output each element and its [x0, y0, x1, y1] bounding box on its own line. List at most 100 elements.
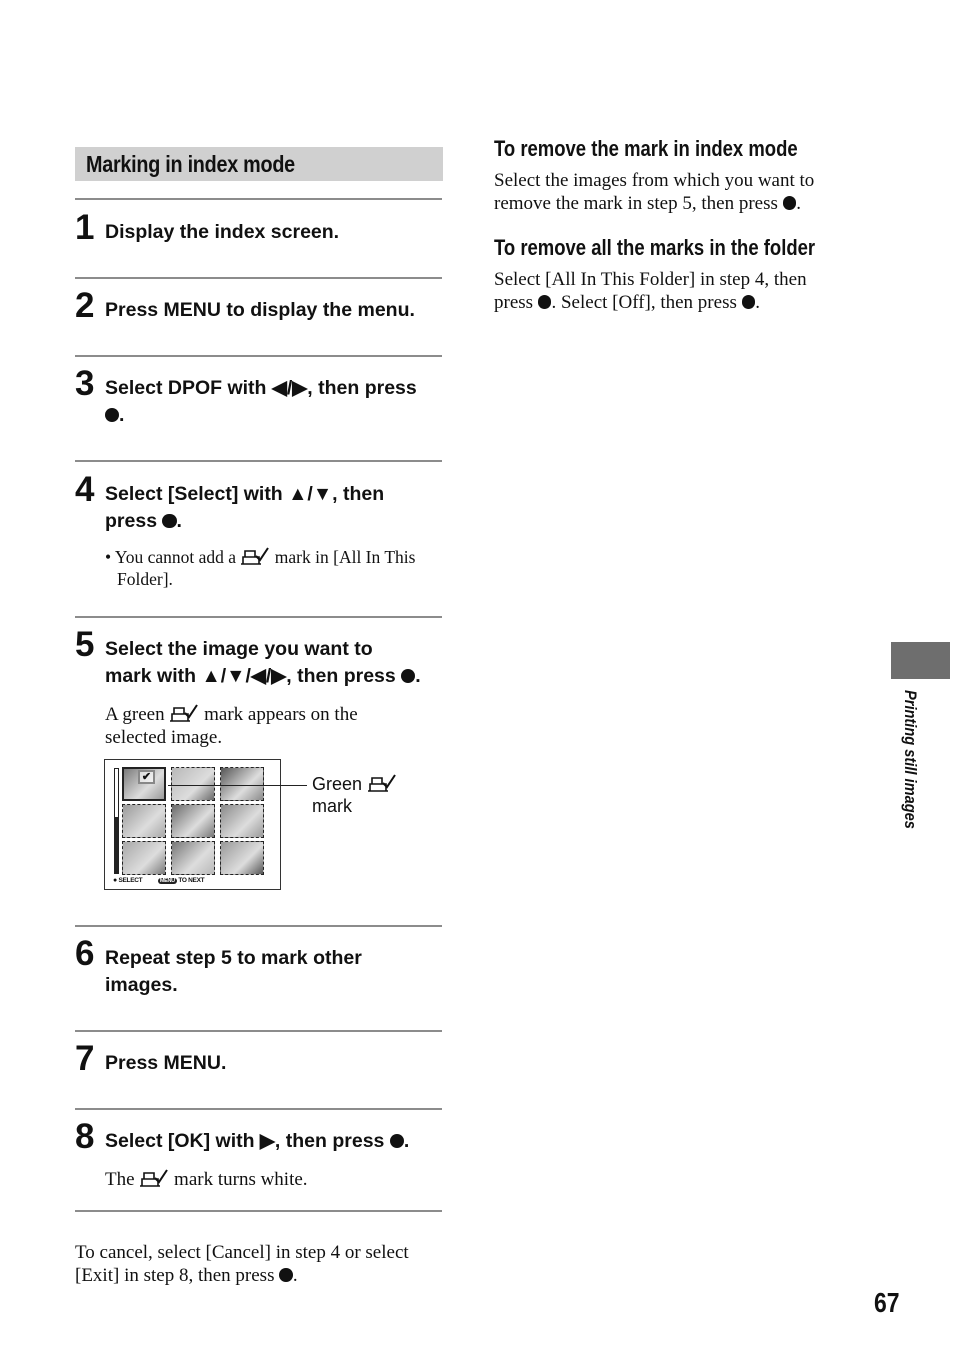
step-text-part: Select [Select] with ▲/▼, then: [105, 483, 385, 505]
step-number: 1: [75, 208, 95, 247]
thumbnail: [122, 804, 166, 838]
body-text-part: mark appears on the: [204, 704, 358, 725]
index-screen-illustration: ✔ ● SELECT MENU TO NEXT: [104, 759, 281, 890]
divider: [75, 198, 442, 200]
thumbnail: [122, 841, 166, 875]
step-instruction: Press MENU.: [105, 1052, 227, 1074]
step-note: • You cannot add a mark in [All In This …: [105, 545, 445, 590]
step-body: The mark turns white.: [105, 1167, 445, 1191]
dpof-print-mark-icon: [368, 774, 396, 792]
dpof-print-mark-icon: [241, 547, 270, 565]
step-text-part: .: [415, 665, 421, 687]
step-number: 5: [75, 625, 95, 664]
footer-select-label: SELECT: [118, 877, 143, 884]
step-text-part: .: [176, 510, 182, 532]
thumbnail: [171, 841, 215, 875]
thumbnail-selected: ✔: [122, 767, 166, 801]
subheading-remove-mark: To remove the mark in index mode: [494, 136, 855, 162]
step-instruction: Select [Select] with ▲/▼, then press .: [105, 481, 445, 535]
step-instruction: Select [OK] with ▶, then press .: [105, 1128, 445, 1155]
note-text-part: .: [292, 1265, 298, 1286]
step-instruction: Display the index screen.: [105, 221, 340, 243]
divider: [75, 277, 442, 279]
step-body: A green mark appears on the selected ima…: [105, 702, 445, 749]
cancel-note: To cancel, select [Cancel] in step 4 or …: [75, 1241, 455, 1287]
center-button-icon: [741, 295, 756, 309]
paragraph-text-part: . Select [Off], then press: [551, 292, 737, 313]
note-text-part: mark in [All In This: [274, 547, 416, 567]
paragraph-remove-mark: Select the images from which you want to…: [494, 169, 874, 215]
note-text-part: • You cannot add a: [105, 547, 237, 567]
divider: [75, 925, 442, 927]
center-button-icon: [105, 407, 120, 422]
step-instruction: Repeat step 5 to mark other images.: [105, 947, 362, 996]
step-number: 8: [75, 1117, 95, 1156]
step-text-part: press: [105, 510, 158, 532]
step-number: 6: [75, 934, 95, 973]
center-button-icon: [162, 513, 177, 528]
divider: [75, 1210, 442, 1212]
chapter-tab: [891, 642, 950, 679]
step-number: 3: [75, 364, 95, 403]
scrollbar-thumb: [115, 816, 118, 873]
note-text-part: Folder].: [117, 569, 173, 589]
step-instruction: Select DPOF with ◀/▶, then press .: [105, 375, 445, 429]
subheading-text: To remove all the marks in the folder: [494, 235, 816, 260]
section-title-text: Marking in index mode: [86, 151, 295, 177]
step-number: 4: [75, 470, 95, 509]
center-button-icon: [279, 1268, 293, 1282]
paragraph-text-part: .: [796, 193, 802, 214]
step-number: 2: [75, 286, 95, 325]
thumbnail: [171, 804, 215, 838]
callout-text-part: mark: [312, 796, 352, 816]
dpof-print-mark-icon: [170, 704, 199, 722]
scrollbar: [114, 768, 119, 874]
paragraph-text-part: Select [All In This Folder] in step 4, t…: [494, 269, 807, 290]
note-text-part: To cancel, select [Cancel] in step 4 or …: [75, 1242, 409, 1263]
body-text-part: selected image.: [105, 727, 223, 748]
paragraph-text-part: .: [755, 292, 761, 313]
thumbnail: [171, 767, 215, 801]
paragraph-text-part: Select the images from which you want to: [494, 170, 815, 191]
center-button-icon: [401, 668, 416, 683]
body-text-part: The: [105, 1169, 135, 1190]
center-button-icon: ●: [113, 877, 117, 884]
center-button-icon: [537, 295, 552, 309]
step-text-part: .: [119, 404, 125, 426]
callout-line: [168, 785, 307, 786]
note-text-part: [Exit] in step 8, then press: [75, 1265, 275, 1286]
dpof-print-mark-icon: [140, 1169, 169, 1187]
divider: [75, 460, 442, 462]
step-text-part: Select DPOF with ◀/▶, then press: [105, 377, 417, 399]
step-number: 7: [75, 1039, 95, 1078]
thumbnail: [220, 767, 264, 801]
step-instruction: Select the image you want to mark with ▲…: [105, 636, 445, 690]
step-text-part: Select [OK] with ▶, then press: [105, 1130, 385, 1152]
paragraph-remove-all: Select [All In This Folder] in step 4, t…: [494, 268, 874, 314]
divider: [75, 1108, 442, 1110]
body-text-part: A green: [105, 704, 165, 725]
screen-footer: ● SELECT MENU TO NEXT: [113, 877, 205, 884]
callout-label: Green mark: [312, 772, 397, 817]
page-number-text: 67: [874, 1287, 900, 1318]
chapter-label: Printing still images: [898, 690, 922, 855]
divider: [75, 616, 442, 618]
chapter-label-text: Printing still images: [901, 690, 920, 829]
step-instruction: Press MENU to display the menu.: [105, 299, 415, 321]
callout-text-part: Green: [312, 774, 363, 794]
step-text-part: .: [403, 1130, 410, 1152]
menu-button-icon: MENU: [157, 878, 177, 884]
page-number: 67: [874, 1287, 905, 1319]
subheading-text: To remove the mark in index mode: [494, 136, 798, 161]
section-title: Marking in index mode: [75, 147, 443, 181]
divider: [75, 355, 442, 357]
footer-next-label: TO NEXT: [178, 877, 205, 884]
thumbnail: [220, 841, 264, 875]
thumbnail: [220, 804, 264, 838]
paragraph-text-part: remove the mark in step 5, then press: [494, 193, 778, 214]
center-button-icon: [782, 196, 797, 210]
paragraph-text-part: press: [494, 292, 534, 313]
center-button-icon: [389, 1133, 404, 1148]
print-mark-check-icon: ✔: [138, 770, 155, 784]
step-text-part: Select the image you want to: [105, 638, 373, 660]
